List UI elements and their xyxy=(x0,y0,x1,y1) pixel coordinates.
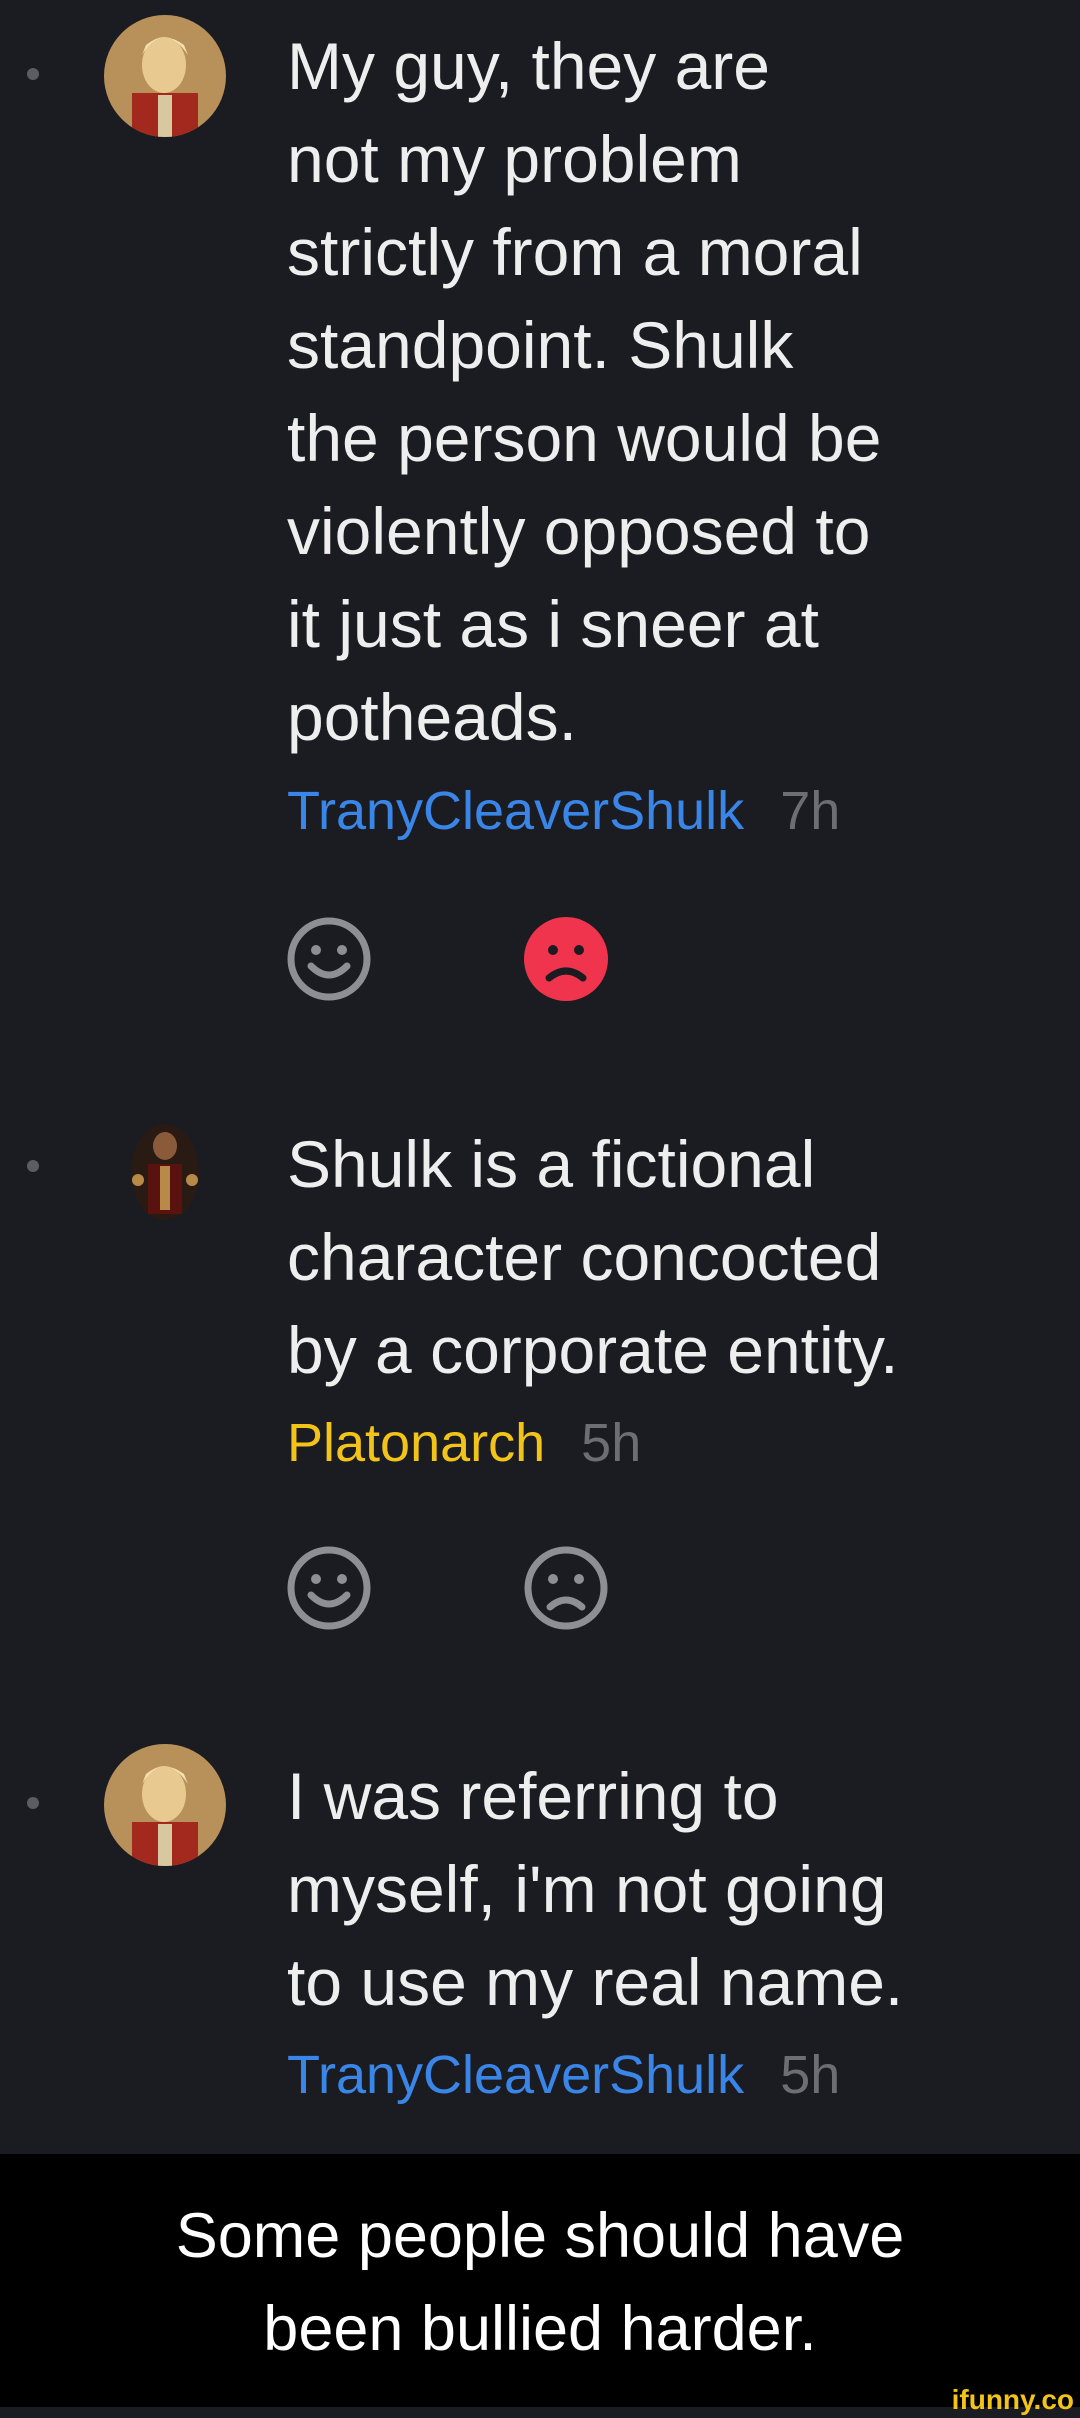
comment-text: I was referring to myself, i'm not going… xyxy=(287,1759,904,2019)
frown-reaction-button[interactable] xyxy=(521,1543,611,1633)
meme-caption: Some people should have been bullied har… xyxy=(175,2201,905,2364)
thread-bullet xyxy=(27,1797,39,1809)
comment-meta: TranyCleaverShulk 7h xyxy=(287,781,840,841)
author-link[interactable]: TranyCleaverShulk xyxy=(287,2045,744,2105)
avatar[interactable] xyxy=(104,15,226,137)
comment-text: Shulk is a fictional character concocted… xyxy=(287,1127,899,1387)
smile-icon xyxy=(287,1546,371,1630)
avatar[interactable] xyxy=(104,1744,226,1866)
frown-reaction-button[interactable] xyxy=(521,914,611,1004)
avatar-image-icon xyxy=(104,1744,226,1866)
timestamp: 5h xyxy=(581,1413,642,1473)
timestamp: 5h xyxy=(780,2045,841,2105)
thread-bullet xyxy=(27,68,39,80)
smile-reaction-button[interactable] xyxy=(284,914,374,1004)
author-link[interactable]: Platonarch xyxy=(287,1413,545,1473)
smile-reaction-button[interactable] xyxy=(284,1543,374,1633)
comment-meta: TranyCleaverShulk 5h xyxy=(287,2045,840,2105)
thread-bullet xyxy=(27,1160,39,1172)
avatar[interactable] xyxy=(104,1108,226,1230)
watermark: ifunny.co xyxy=(951,2384,1074,2415)
author-link[interactable]: TranyCleaverShulk xyxy=(287,781,744,841)
timestamp: 7h xyxy=(780,781,841,841)
smile-icon xyxy=(287,917,371,1001)
frown-icon xyxy=(524,917,608,1001)
frown-icon xyxy=(524,1546,608,1630)
avatar-image-icon xyxy=(104,15,226,137)
comment-text: My guy, they are not my problem strictly… xyxy=(287,29,882,754)
avatar-image-icon xyxy=(104,1108,226,1230)
comment-meta: Platonarch 5h xyxy=(287,1413,641,1473)
